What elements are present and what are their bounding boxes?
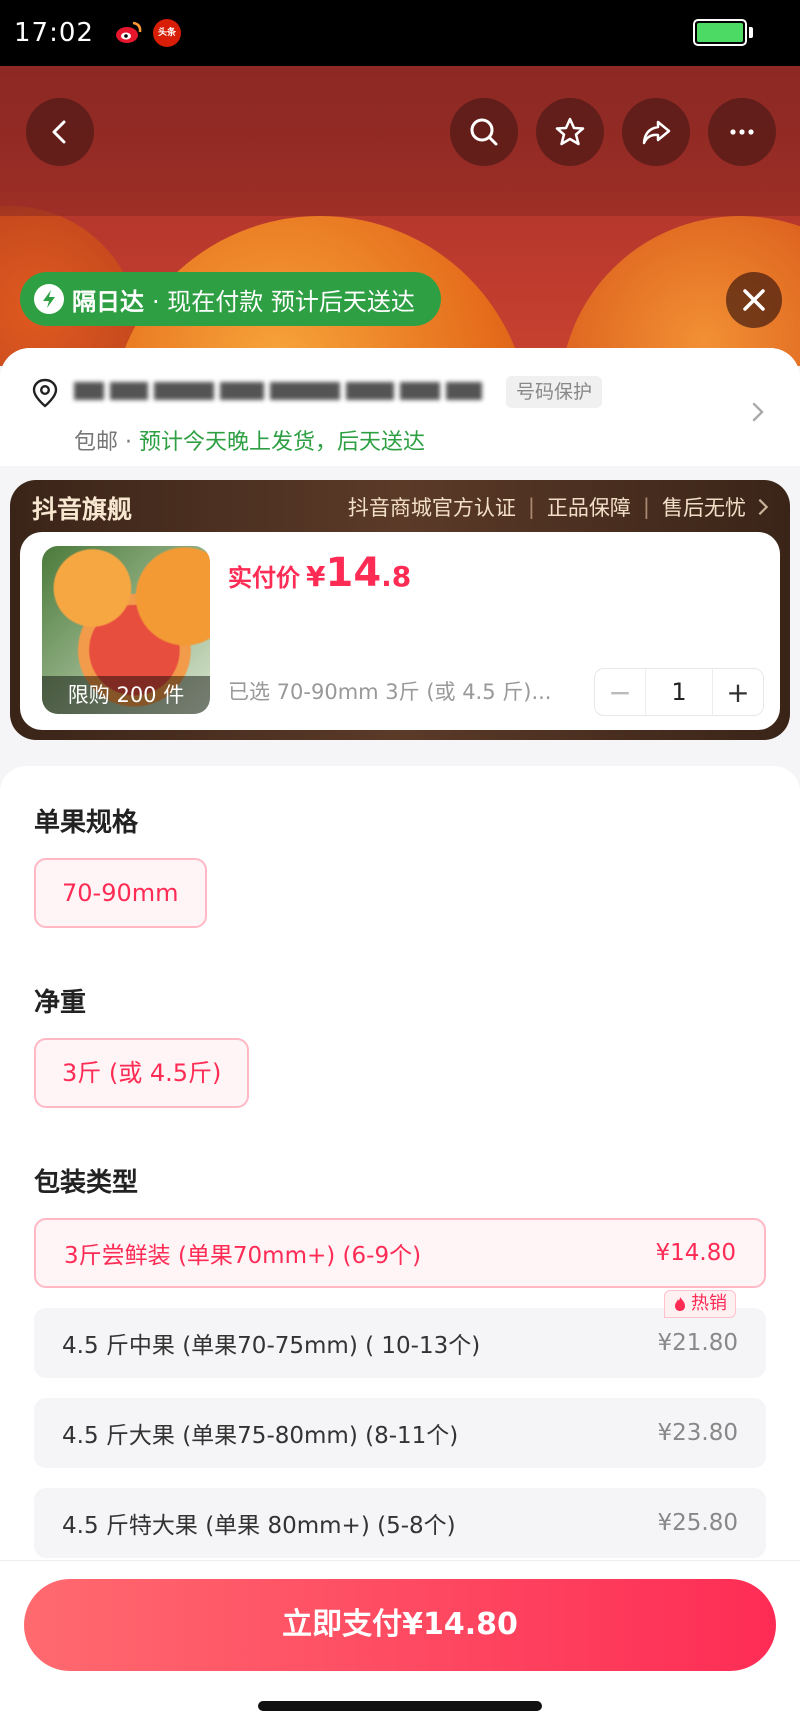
options-panel: 单果规格 70-90mm 净重 3斤 (或 4.5斤) 包装类型 3斤尝鲜装 (… xyxy=(0,766,800,1566)
package-name: 4.5 斤特大果 (单果 80mm+) (5-8个) xyxy=(62,1513,456,1539)
favorite-button[interactable] xyxy=(536,98,604,166)
package-price: ¥23.80 xyxy=(657,1420,738,1446)
store-card: 抖音旗舰 抖音商城官方认证 | 正品保障 | 售后无忧 限购 200 件 实付价… xyxy=(10,480,790,740)
package-option-4.5jin-large[interactable]: 4.5 斤大果 (单果75-80mm) (8-11个) ¥23.80 xyxy=(34,1398,766,1468)
store-badge-aftersale: 售后无忧 xyxy=(662,496,746,520)
search-icon xyxy=(470,118,498,146)
phone-protection-tag[interactable]: 号码保护 xyxy=(506,376,603,408)
home-indicator xyxy=(258,1701,542,1711)
shipping-estimate: 预计今天晚上发货，后天送达 xyxy=(138,430,425,455)
purchase-sheet: 号码保护 包邮 · 预计今天晚上发货，后天送达 抖音旗舰 抖音商城官方认证 | … xyxy=(0,348,800,1731)
close-button[interactable] xyxy=(726,272,782,328)
lightning-icon xyxy=(34,284,64,314)
close-icon xyxy=(743,289,765,311)
express-delivery-banner: 隔日达 · 现在付款 预计后天送达 xyxy=(20,272,441,326)
package-option-3jin-trial[interactable]: 3斤尝鲜装 (单果70mm+) (6-9个) ¥14.80 xyxy=(34,1218,766,1288)
more-icon xyxy=(730,129,754,135)
store-name: 抖音旗舰 xyxy=(32,495,133,524)
store-badge-official: 抖音商城官方认证 xyxy=(347,496,516,520)
package-price: ¥25.80 xyxy=(657,1510,738,1536)
chevron-right-icon xyxy=(758,498,769,516)
size-title: 单果规格 xyxy=(34,808,139,838)
store-guarantees[interactable]: 抖音商城官方认证 | 正品保障 | 售后无忧 xyxy=(348,492,772,522)
hot-sale-badge: 热销 xyxy=(664,1290,736,1318)
status-time: 17:02 xyxy=(14,18,94,48)
toutiao-icon: 头条 xyxy=(153,19,181,47)
status-bar: 17:02 头条 xyxy=(0,0,800,66)
battery-icon xyxy=(693,19,747,46)
product-summary: 限购 200 件 实付价 ¥ 14 .8 已选 70-90mm 3斤 (或 4.… xyxy=(20,532,780,730)
package-name: 4.5 斤大果 (单果75-80mm) (8-11个) xyxy=(62,1423,459,1449)
share-button[interactable] xyxy=(622,98,690,166)
chevron-right-icon xyxy=(752,402,764,422)
package-option-4.5jin-xlarge[interactable]: 4.5 斤特大果 (单果 80mm+) (5-8个) ¥25.80 xyxy=(34,1488,766,1558)
selected-spec-summary: 已选 70-90mm 3斤 (或 4.5 斤)... xyxy=(228,680,552,704)
package-name: 4.5 斤中果 (单果70-75mm) ( 10-13个) xyxy=(62,1333,481,1359)
quantity-stepper: − 1 + xyxy=(594,668,764,716)
price-label: 实付价 xyxy=(228,564,300,592)
package-title: 包装类型 xyxy=(34,1168,139,1198)
address-text-blurred xyxy=(74,378,494,404)
package-price: ¥14.80 xyxy=(655,1240,736,1266)
address-row[interactable]: 号码保护 包邮 · 预计今天晚上发货，后天送达 xyxy=(0,348,800,466)
price: 实付价 ¥ 14 .8 xyxy=(228,550,412,596)
shipping-info: 包邮 · 预计今天晚上发货，后天送达 xyxy=(74,430,425,455)
increase-quantity-button[interactable]: + xyxy=(713,676,763,709)
weight-title: 净重 xyxy=(34,988,87,1018)
store-badge-authentic: 正品保障 xyxy=(546,496,631,520)
back-button[interactable] xyxy=(26,98,94,166)
express-text: · 现在付款 预计后天送达 xyxy=(152,287,415,316)
chevron-left-icon xyxy=(52,120,66,144)
product-thumbnail[interactable]: 限购 200 件 xyxy=(42,546,210,714)
search-button[interactable] xyxy=(450,98,518,166)
decrease-quantity-button[interactable]: − xyxy=(595,676,645,709)
more-button[interactable] xyxy=(708,98,776,166)
package-name: 3斤尝鲜装 (单果70mm+) (6-9个) xyxy=(64,1243,422,1269)
purchase-limit-tag: 限购 200 件 xyxy=(42,676,210,714)
quantity-value[interactable]: 1 xyxy=(645,669,713,715)
bottom-bar: 立即支付¥14.80 xyxy=(0,1560,800,1731)
package-price: ¥21.80 xyxy=(657,1330,738,1356)
size-option-70-90mm[interactable]: 70-90mm xyxy=(34,858,207,928)
weight-option-3jin[interactable]: 3斤 (或 4.5斤) xyxy=(34,1038,250,1108)
package-option-4.5jin-medium[interactable]: 热销 4.5 斤中果 (单果70-75mm) ( 10-13个) ¥21.80 xyxy=(34,1290,766,1378)
share-icon xyxy=(642,120,671,145)
express-label: 隔日达 xyxy=(72,287,144,316)
star-icon xyxy=(555,117,585,146)
weibo-icon xyxy=(116,21,142,43)
pay-now-button[interactable]: 立即支付¥14.80 xyxy=(24,1579,776,1671)
location-pin-icon xyxy=(32,378,58,408)
flame-icon xyxy=(675,1297,685,1311)
